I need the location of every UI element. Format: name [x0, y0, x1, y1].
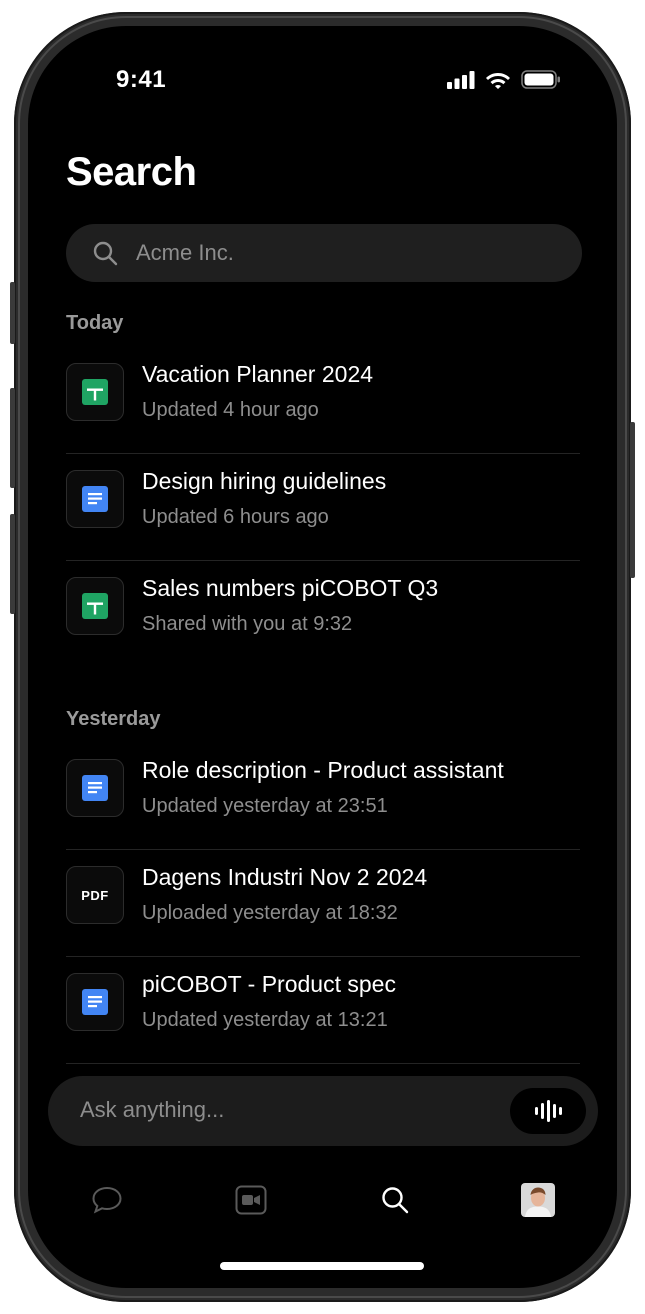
item-title: Sales numbers piCOBOT Q3: [142, 575, 439, 601]
item-subtitle: Updated 4 hour ago: [142, 399, 319, 421]
sheets-icon: [82, 379, 108, 405]
docs-icon: [82, 989, 108, 1015]
ask-bar[interactable]: [48, 1076, 598, 1146]
item-subtitle: Updated yesterday at 23:51: [142, 795, 388, 817]
item-title: Dagens Industri Nov 2 2024: [142, 864, 428, 890]
docs-icon: [82, 486, 108, 512]
profile-avatar: [521, 1183, 555, 1217]
file-thumbnail: PDF: [66, 866, 124, 924]
tab-chat[interactable]: [87, 1180, 127, 1220]
wifi-icon: [486, 73, 510, 89]
item-subtitle: Updated 6 hours ago: [142, 506, 329, 528]
list-item[interactable]: Sales numbers piCOBOT Q3 Shared with you…: [66, 561, 580, 668]
list-item[interactable]: Design hiring guidelines Updated 6 hours…: [66, 454, 580, 561]
tab-video[interactable]: [231, 1180, 271, 1220]
file-thumbnail: [66, 973, 124, 1031]
volume-up-button: [10, 388, 15, 488]
file-thumbnail: [66, 577, 124, 635]
volume-down-button: [10, 514, 15, 614]
list-item[interactable]: Role description - Product assistant Upd…: [66, 743, 580, 850]
voice-button[interactable]: [510, 1088, 586, 1134]
search-field[interactable]: [66, 224, 582, 282]
file-thumbnail: [66, 759, 124, 817]
list-item[interactable]: piCOBOT - Product spec Updated yesterday…: [66, 957, 580, 1064]
status-time: 9:41: [116, 66, 167, 93]
pdf-icon: PDF: [81, 887, 109, 903]
video-icon: [235, 1185, 267, 1215]
tab-search[interactable]: [375, 1180, 415, 1220]
search-input[interactable]: [134, 239, 538, 267]
file-thumbnail: [66, 470, 124, 528]
sheets-icon: [82, 593, 108, 619]
waveform-icon: [535, 1100, 562, 1122]
page-title: Search: [66, 150, 197, 194]
ask-input[interactable]: [78, 1096, 482, 1124]
status-icons: [447, 70, 561, 89]
item-subtitle: Updated yesterday at 13:21: [142, 1009, 388, 1031]
item-title: Vacation Planner 2024: [142, 361, 374, 387]
section-label-yesterday: Yesterday: [66, 708, 161, 730]
search-icon: [382, 1187, 409, 1214]
file-thumbnail: [66, 363, 124, 421]
item-subtitle: Uploaded yesterday at 18:32: [142, 902, 398, 924]
tab-profile[interactable]: [518, 1180, 558, 1220]
cellular-signal-icon: [447, 70, 475, 89]
item-subtitle: Shared with you at 9:32: [142, 613, 353, 635]
item-title: Design hiring guidelines: [142, 468, 387, 494]
battery-icon: [521, 70, 560, 89]
chat-icon: [92, 1186, 122, 1214]
item-title: piCOBOT - Product spec: [142, 971, 396, 997]
docs-icon: [82, 775, 108, 801]
item-title: Role description - Product assistant: [142, 757, 504, 783]
status-bar: 9:41: [28, 26, 617, 126]
power-button: [630, 422, 635, 578]
home-indicator[interactable]: [220, 1262, 424, 1270]
search-icon: [93, 241, 118, 266]
tab-bar: [28, 1166, 617, 1236]
section-label-today: Today: [66, 312, 124, 334]
list-item[interactable]: PDF Dagens Industri Nov 2 2024 Uploaded …: [66, 850, 580, 957]
action-button: [10, 282, 15, 344]
divider: [66, 1063, 580, 1064]
screen: 9:41 Search Acme Inc. Today Vacation Pla…: [28, 26, 617, 1288]
list-item[interactable]: Vacation Planner 2024 Updated 4 hour ago: [66, 347, 580, 454]
